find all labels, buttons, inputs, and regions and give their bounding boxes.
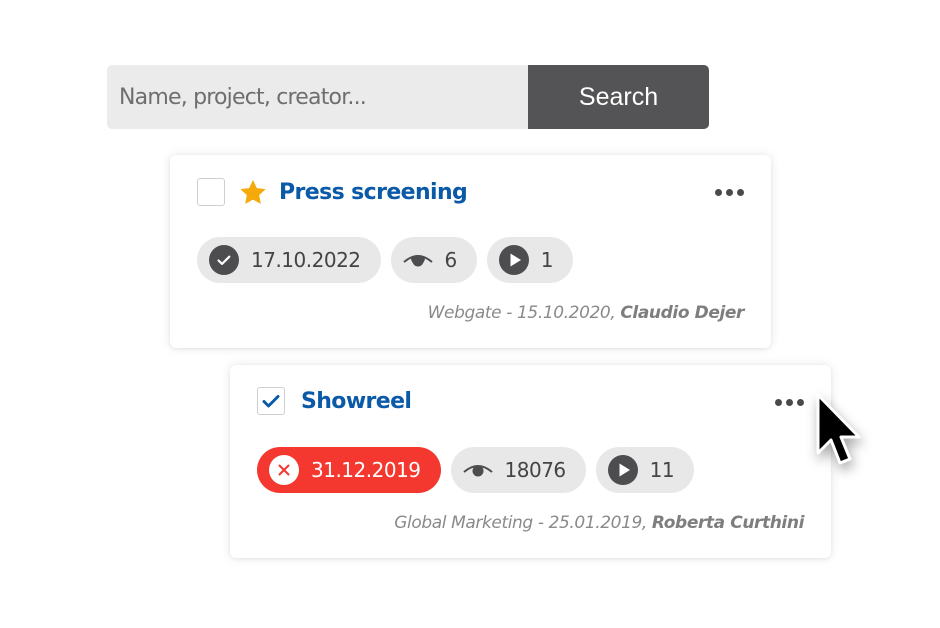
project-card: Showreel 31.12.2019 18076 11 Global Mark… [230,365,831,558]
meta-separator: - [501,303,517,323]
play-circle-icon [607,455,638,485]
meta-separator: - [532,513,549,533]
meta-source: Webgate [427,303,502,323]
meta-creator[interactable]: Claudio Dejer [620,303,744,323]
x-circle-icon [269,455,299,485]
select-checkbox[interactable] [197,178,225,206]
dot-icon [797,399,804,406]
eye-icon [402,245,433,275]
more-options-button[interactable] [715,189,744,196]
checkmark-icon [262,395,280,408]
star-icon[interactable] [239,177,269,207]
stats-row: 17.10.2022 6 1 [197,237,573,283]
select-checkbox[interactable] [257,387,285,415]
check-circle-icon [209,245,239,275]
views-count: 6 [444,248,458,272]
dot-icon [715,189,722,196]
eye-icon [462,455,493,485]
meta-date: 15.10.2020 [516,303,611,323]
dot-icon [786,399,793,406]
stats-row: 31.12.2019 18076 11 [257,447,695,493]
card-header: Press screening [197,177,468,207]
plays-badge: 1 [486,237,573,283]
search-bar: Search [107,65,709,129]
project-title[interactable]: Press screening [279,180,468,205]
card-meta: Global Marketing - 25.01.2019, Roberta C… [394,513,804,533]
plays-count: 1 [540,248,554,272]
status-date: 31.12.2019 [311,458,421,482]
views-count: 18076 [504,458,567,482]
project-card: Press screening 17.10.2022 6 1 Webgate -… [170,155,771,348]
status-date-badge: 31.12.2019 [257,447,441,493]
plays-count: 11 [649,458,675,482]
card-meta: Webgate - 15.10.2020, Claudio Dejer [427,303,745,323]
dot-icon [737,189,744,196]
meta-creator[interactable]: Roberta Curthini [652,513,804,533]
search-button[interactable]: Search [528,65,709,129]
search-input[interactable] [107,65,528,129]
views-badge: 6 [390,237,477,283]
card-header: Showreel [257,387,412,415]
plays-badge: 11 [595,447,695,493]
play-circle-icon [498,245,529,275]
mouse-cursor-icon [814,393,870,473]
meta-comma: , [610,303,621,323]
meta-date: 25.01.2019 [548,513,643,533]
status-date: 17.10.2022 [251,248,361,272]
dot-icon [775,399,782,406]
project-title[interactable]: Showreel [301,389,412,414]
meta-comma: , [641,513,652,533]
meta-source: Global Marketing [394,513,533,533]
more-options-button[interactable] [775,399,804,406]
status-date-badge: 17.10.2022 [197,237,381,283]
views-badge: 18076 [450,447,586,493]
dot-icon [726,189,733,196]
